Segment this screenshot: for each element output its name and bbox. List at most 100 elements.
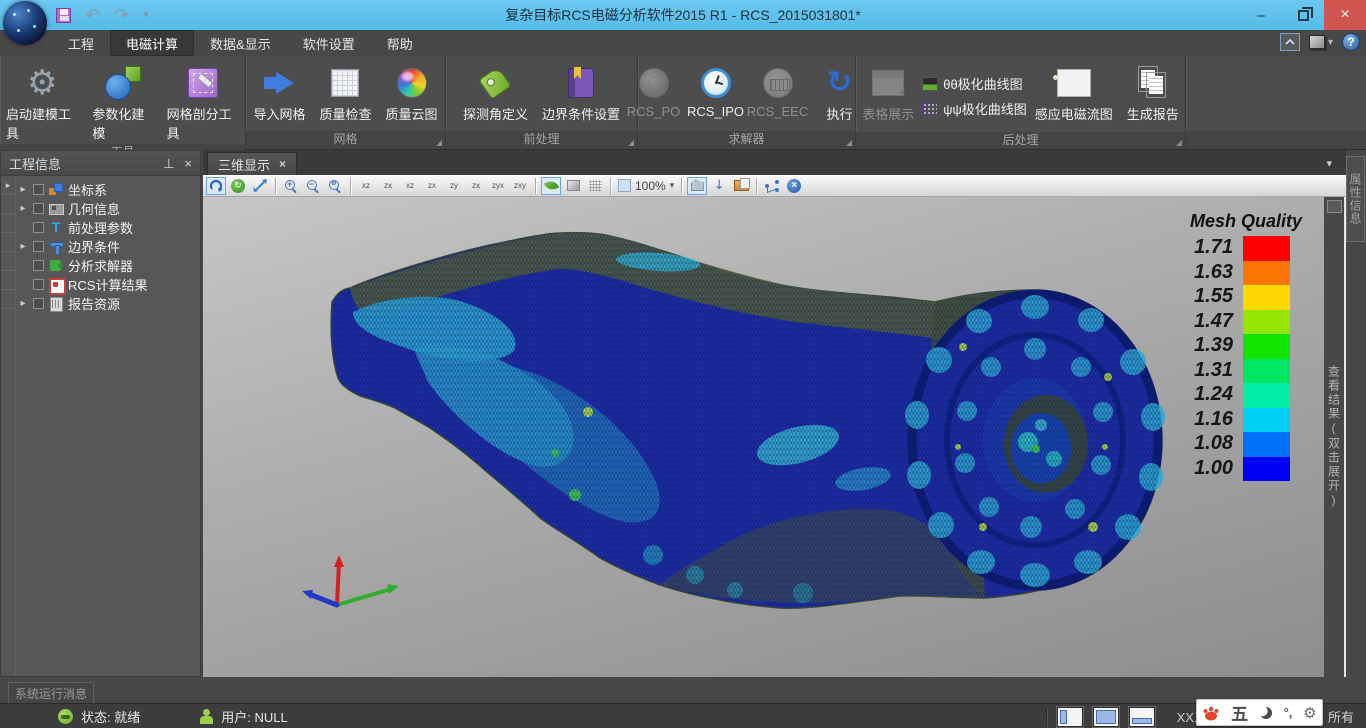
tab-em-computation[interactable]: 电磁计算 [110,30,194,56]
ime-punctuation-button[interactable]: °, [1284,705,1293,720]
rcs-po-button[interactable]: RCS_PO [624,60,684,121]
tab-help[interactable]: 帮助 [371,30,429,56]
close-view-button[interactable]: × [784,177,804,195]
checkbox[interactable] [33,203,44,214]
tab-close-icon[interactable]: × [279,157,286,171]
ime-logo-icon[interactable] [1202,705,1220,721]
pin-icon[interactable]: ⊤ [163,155,174,171]
view-iso2-button[interactable]: zxy [510,177,530,195]
group-launcher-icon[interactable] [1176,140,1182,146]
gear-icon: ⚙ [27,66,57,100]
ime-settings-gear-icon[interactable]: ⚙ [1303,704,1316,722]
tree-item-report-resources[interactable]: ▸ 报告资源 [1,294,200,313]
close-button[interactable]: × [1324,0,1366,30]
app-logo-icon[interactable] [3,1,47,45]
expand-icon[interactable]: ▸ [18,184,28,195]
opacity-dropdown-icon[interactable]: ▾ [670,180,675,191]
checkbox[interactable] [33,241,44,252]
tree-item-boundary-conditions[interactable]: ▸ 边界条件 [1,237,200,256]
opacity-control[interactable]: 100% ▾ [616,179,676,193]
mesh-partition-tool-button[interactable]: 网格剖分工具 [161,60,245,144]
tab-data-display[interactable]: 数据&显示 [194,30,287,56]
rcs-eec-button[interactable]: RCS_EEC [748,60,808,121]
pan-zoom-button[interactable] [250,177,270,195]
psi-polarization-curve-button[interactable]: ψψ极化曲线图 [922,99,1027,118]
tab-project[interactable]: 工程 [52,30,110,56]
rail-chevron-icon[interactable]: ▸ [1,176,15,195]
shaded-mode-button[interactable] [541,177,561,195]
view-xz2-button[interactable]: xz [400,177,420,195]
help-button[interactable]: ? [1342,33,1360,51]
share-view-button[interactable] [762,177,782,195]
style-selector-button[interactable]: ▾ [1309,35,1333,49]
probe-angle-button[interactable]: 探测角定义 [457,60,534,125]
import-view-button[interactable]: ↓ [709,177,729,195]
checkbox[interactable] [33,260,44,271]
tree-item-preprocess-params[interactable]: T 前处理参数 [1,218,200,237]
view-zx3-button[interactable]: zx [466,177,486,195]
tab-software-settings[interactable]: 软件设置 [287,30,371,56]
boundary-condition-button[interactable]: 边界条件设置 [536,60,626,125]
tree-item-analysis-solver[interactable]: 分析求解器 [1,256,200,275]
view-zx2-button[interactable]: zx [422,177,442,195]
quality-check-button[interactable]: 质量检查 [313,60,377,125]
checkbox[interactable] [33,279,44,290]
system-messages-tab[interactable]: 系统运行消息 [8,682,94,703]
group-launcher-icon[interactable] [628,140,634,146]
tree-item-geometry-info[interactable]: ▸ 几何信息 [1,199,200,218]
results-rail-tab[interactable]: 查看结果(双击展开) [1324,197,1346,677]
layout-fill-button[interactable] [1093,707,1119,727]
copyright-text-right: 所有 [1328,707,1354,726]
view-iso1-button[interactable]: zyx [488,177,508,195]
tree-item-coordinate-system[interactable]: ▸ 坐标系 [1,180,200,199]
view-zy-button[interactable]: zy [444,177,464,195]
generate-report-button[interactable]: 生成报告 [1121,60,1185,125]
layout-bottom-button[interactable] [1129,707,1155,727]
checkbox[interactable] [33,184,44,195]
quality-contour-button[interactable]: 质量云图 [380,60,444,125]
group-launcher-icon[interactable] [846,140,852,146]
wireframe-mode-button[interactable] [585,177,605,195]
restore-button[interactable] [1282,0,1324,30]
checkbox[interactable] [33,222,44,233]
panel-close-icon[interactable]: × [184,156,192,171]
scene-manager-button[interactable] [731,177,751,195]
ime-mode-button[interactable]: 五 [1231,700,1248,725]
table-display-button[interactable]: 表格展示 [856,60,920,125]
theta-polarization-curve-button[interactable]: θθ极化曲线图 [922,74,1027,93]
ime-moon-icon[interactable] [1259,706,1273,720]
import-mesh-button[interactable]: 导入网格 [247,60,311,125]
rotate-view-button[interactable] [206,177,226,195]
expand-icon[interactable]: ▸ [18,241,28,252]
flat-mode-button[interactable] [563,177,583,195]
legend-row: 1.39 [1185,334,1307,359]
ribbon-item-label: RCS_PO [627,104,680,119]
checkbox[interactable] [33,298,44,309]
solver-po-icon [639,68,669,98]
view-zx-button[interactable]: zx [378,177,398,195]
tab-list-dropdown-icon[interactable]: ▾ [1326,157,1332,170]
window-title: 复杂目标RCS电磁分析软件2015 R1 - RCS_2015031801* [0,0,1366,30]
layout-left-button[interactable] [1057,707,1083,727]
zoom-fit-button[interactable]: ⊕ [325,177,345,195]
zoom-out-button[interactable]: − [303,177,323,195]
zoom-in-button[interactable]: + [281,177,301,195]
parametric-modeling-button[interactable]: 参数化建模 [86,60,158,144]
tab-3d-display[interactable]: 三维显示 × [207,152,297,175]
minimize-button[interactable]: – [1240,0,1282,30]
tree-item-rcs-results[interactable]: RCS计算结果 [1,275,200,294]
expand-icon[interactable]: ▸ [18,298,28,309]
zoom-in-icon: + [285,180,297,192]
rcs-ipo-button[interactable]: RCS_IPO [686,60,746,121]
3d-canvas[interactable]: Mesh Quality 1.71 1.63 1.55 1.47 1.39 1.… [203,197,1346,677]
properties-rail-tab[interactable]: 属性信息 [1346,156,1365,242]
launch-modeling-tool-button[interactable]: ⚙ 启动建模工具 [0,60,84,144]
induced-current-map-button[interactable]: 感应电磁流图 [1029,60,1119,125]
expand-icon[interactable]: ▸ [18,203,28,214]
clip-plane-button[interactable] [687,177,707,195]
view-xz-button[interactable]: xz [356,177,376,195]
refresh-view-button[interactable]: ↻ [228,177,248,195]
group-launcher-icon[interactable] [436,140,442,146]
collapse-ribbon-button[interactable] [1280,33,1300,51]
legend-title: Mesh Quality [1185,211,1307,232]
